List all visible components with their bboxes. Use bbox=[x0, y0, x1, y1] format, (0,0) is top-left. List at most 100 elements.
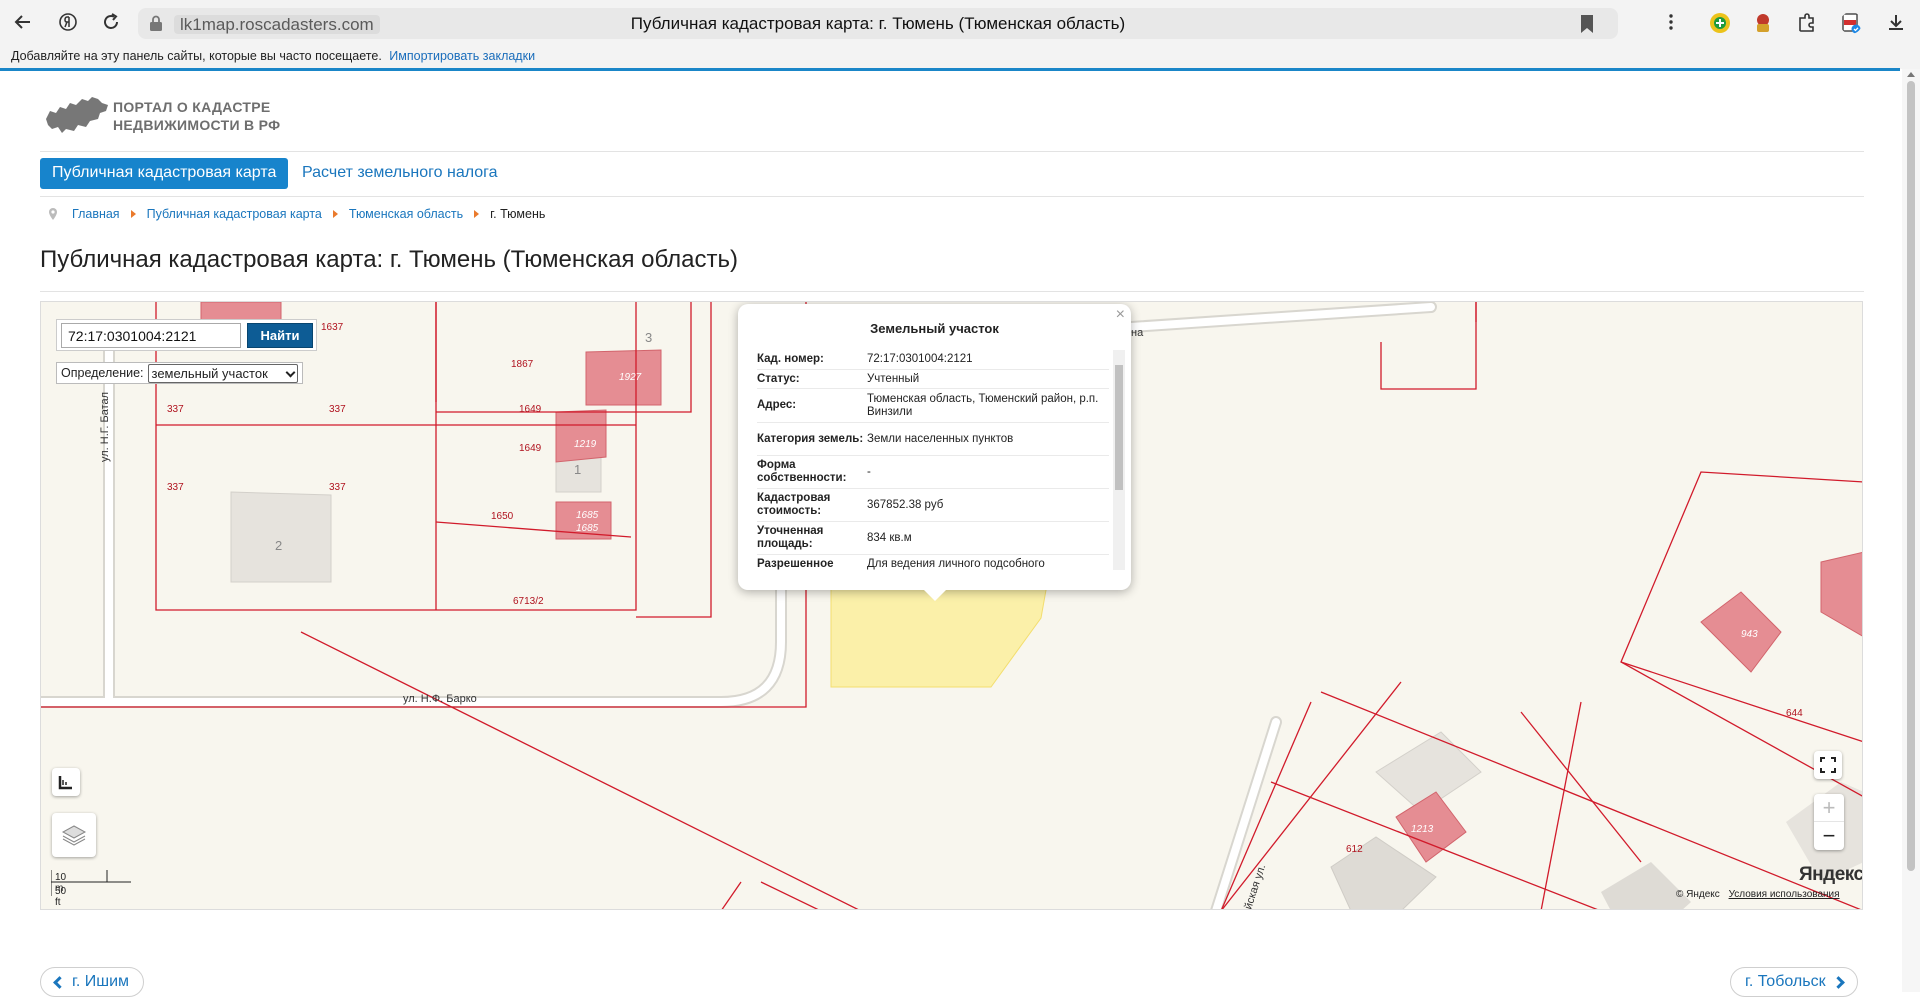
fullscreen-button[interactable] bbox=[1814, 751, 1842, 779]
building[interactable] bbox=[1601, 862, 1691, 910]
site-logo-text[interactable]: ПОРТАЛ О КАДАСТРЕ НЕДВИЖИМОСТИ В РФ bbox=[113, 98, 280, 134]
street-label: ул. Н.Ф. Барко bbox=[403, 693, 477, 705]
russia-map-logo-icon[interactable] bbox=[44, 93, 110, 137]
zoom-out-button[interactable]: − bbox=[1814, 822, 1844, 850]
breadcrumb-current: г. Тюмень bbox=[490, 207, 546, 221]
parcel-info-popup: × Земельный участок Кад. номер: 72:17:030… bbox=[738, 304, 1131, 601]
yandex-logo[interactable]: Яндекс bbox=[1799, 864, 1862, 886]
parcel-label: 1213 bbox=[1411, 824, 1434, 835]
layers-icon bbox=[61, 825, 87, 846]
bookmark-icon[interactable] bbox=[1578, 14, 1596, 34]
street-label: на bbox=[1131, 327, 1144, 339]
cadastral-number-input[interactable] bbox=[61, 323, 241, 348]
scrollbar-thumb[interactable] bbox=[1907, 81, 1915, 871]
extension-puzzle-icon[interactable] bbox=[1796, 12, 1818, 34]
parcel-label: 644 bbox=[1786, 708, 1803, 719]
layers-button[interactable] bbox=[52, 813, 96, 857]
fullscreen-icon bbox=[1820, 757, 1836, 773]
breadcrumb-separator-icon bbox=[332, 210, 338, 218]
popup-scrollbar-thumb[interactable] bbox=[1115, 365, 1123, 490]
find-button[interactable]: Найти bbox=[247, 323, 313, 348]
location-pin-icon bbox=[49, 208, 57, 220]
ruler-icon bbox=[58, 776, 72, 790]
info-row: Кадастровая стоимость: 367852.38 руб bbox=[757, 489, 1109, 522]
parcel-label: 1685 bbox=[576, 523, 599, 534]
more-vertical-icon[interactable] bbox=[1658, 9, 1684, 35]
parcel-label: 1650 bbox=[491, 511, 514, 522]
breadcrumb-separator-icon bbox=[130, 210, 136, 218]
divider bbox=[40, 291, 1864, 292]
breadcrumb-home[interactable]: Главная bbox=[72, 207, 120, 221]
info-row: Категория земель: Земли населенных пункто… bbox=[757, 423, 1109, 456]
popup-scrollbar[interactable] bbox=[1113, 350, 1125, 570]
chevron-down-icon bbox=[285, 367, 296, 377]
tab-title: Публичная кадастровая карта: г. Тюмень (… bbox=[630, 14, 1126, 33]
browser-accent-line bbox=[0, 68, 1900, 71]
parcel-label: 1685 bbox=[576, 510, 599, 521]
prev-city-label: г. Ишим bbox=[72, 973, 130, 990]
logo-line-2: НЕДВИЖИМОСТИ В РФ bbox=[113, 117, 281, 133]
divider bbox=[40, 196, 1864, 197]
definition-label: Определение: bbox=[61, 366, 144, 380]
parcel[interactable] bbox=[1820, 551, 1863, 637]
extension-pdf-icon[interactable] bbox=[1840, 12, 1862, 34]
building-number: 1 bbox=[574, 462, 581, 477]
zoom-control: + − bbox=[1814, 794, 1844, 850]
popup-tail bbox=[923, 589, 947, 601]
info-row: Статус: Учтенный bbox=[757, 370, 1109, 389]
scale-feet: 50 ft bbox=[55, 886, 67, 908]
next-city-label: г. Тобольск bbox=[1745, 973, 1826, 990]
breadcrumb-region[interactable]: Тюменская область bbox=[349, 207, 463, 221]
menu-item-land-tax[interactable]: Расчет земельного налога bbox=[302, 164, 498, 182]
scroll-up-arrow-icon[interactable] bbox=[1907, 72, 1915, 77]
breadcrumb: Главная Публичная кадастровая карта Тюме… bbox=[48, 207, 545, 221]
parcel-label: 1649 bbox=[519, 443, 542, 454]
prev-city-link[interactable]: г. Ишим bbox=[40, 967, 145, 997]
cadastral-map[interactable]: 1637 1867 337 337 337 337 1649 1649 1650… bbox=[40, 301, 1863, 910]
boundary bbox=[636, 302, 712, 618]
import-bookmarks-link[interactable]: Импортировать закладки bbox=[389, 49, 535, 63]
info-value: Земли населенных пунктов bbox=[867, 432, 1014, 445]
info-value: Тюменская область, Тюменский район, р.п.… bbox=[867, 392, 1099, 418]
boundary bbox=[1540, 701, 1582, 909]
boundary bbox=[1620, 661, 1862, 743]
address-bar[interactable]: lk1map.roscadasters.com Публичная кадаст… bbox=[138, 8, 1618, 39]
extension-character-icon[interactable] bbox=[1752, 12, 1774, 34]
reload-icon[interactable] bbox=[98, 9, 124, 35]
page-scrollbar[interactable] bbox=[1902, 69, 1920, 992]
menu-item-cadastral-map[interactable]: Публичная кадастровая карта bbox=[40, 158, 289, 189]
bookmarks-bar-text: Добавляйте на эту панель сайты, которые … bbox=[11, 49, 382, 63]
info-value: 72:17:0301004:2121 bbox=[867, 353, 973, 365]
terms-link[interactable]: Условия использования bbox=[1729, 889, 1840, 900]
info-key: Категория земель: bbox=[757, 432, 864, 445]
building-2[interactable] bbox=[230, 491, 332, 583]
cadastral-search: Найти bbox=[56, 319, 317, 351]
boundary bbox=[1520, 711, 1642, 863]
yandex-browser-icon[interactable] bbox=[55, 9, 81, 35]
back-arrow-icon[interactable] bbox=[10, 9, 36, 35]
street-label: ул. Н.Г. Батал bbox=[99, 392, 111, 462]
ruler-button[interactable] bbox=[52, 768, 80, 796]
parcel-1219[interactable] bbox=[555, 409, 607, 463]
info-key: Уточненная площадь: bbox=[757, 525, 824, 550]
definition-control: Определение: земельный участок bbox=[56, 362, 303, 384]
road-surface bbox=[1127, 303, 1435, 331]
info-key: Адрес: bbox=[757, 399, 797, 411]
parcel-label: 612 bbox=[1346, 844, 1363, 855]
download-icon[interactable] bbox=[1883, 9, 1909, 35]
next-city-link[interactable]: г. Тобольск bbox=[1730, 967, 1858, 997]
road-surface bbox=[41, 538, 785, 706]
parcel-label: 1927 bbox=[619, 372, 642, 383]
parcel-label: 337 bbox=[167, 404, 184, 415]
extension-plus-icon[interactable] bbox=[1709, 12, 1731, 34]
breadcrumb-map[interactable]: Публичная кадастровая карта bbox=[147, 207, 322, 221]
definition-select[interactable]: земельный участок bbox=[147, 363, 298, 383]
browser-toolbar: lk1map.roscadasters.com Публичная кадаст… bbox=[0, 0, 1920, 47]
building-number: 2 bbox=[275, 538, 282, 553]
zoom-in-button[interactable]: + bbox=[1814, 794, 1844, 822]
info-key: Статус: bbox=[757, 372, 800, 385]
info-value: 367852.38 руб bbox=[867, 498, 944, 511]
info-row: Адрес: Тюменская область, Тюменский район… bbox=[757, 389, 1109, 423]
parcel-label: 1867 bbox=[511, 359, 534, 370]
parcel-label: 337 bbox=[329, 404, 346, 415]
